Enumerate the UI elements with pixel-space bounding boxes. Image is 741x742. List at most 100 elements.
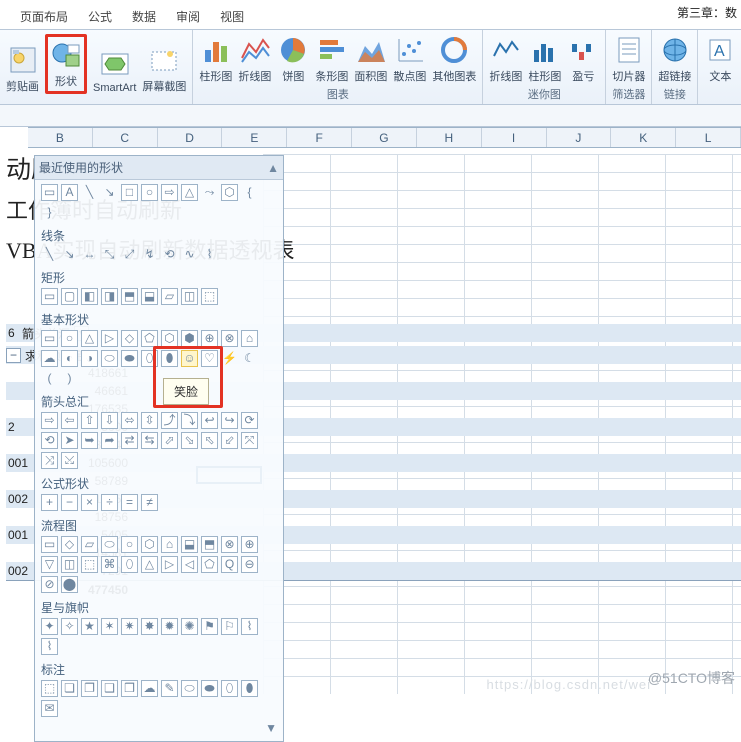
s1-icon[interactable]: ✦: [41, 618, 58, 635]
a8-icon[interactable]: ⤵: [181, 412, 198, 429]
a1-icon[interactable]: ⇨: [41, 412, 58, 429]
a10-icon[interactable]: ↪: [221, 412, 238, 429]
c1-icon[interactable]: ⬚: [41, 680, 58, 697]
b4-icon[interactable]: ▷: [101, 330, 118, 347]
col-b[interactable]: B: [28, 128, 93, 147]
r3-icon[interactable]: ◧: [81, 288, 98, 305]
f16-icon[interactable]: ⬯: [121, 556, 138, 573]
line5-icon[interactable]: ⤢: [121, 246, 138, 263]
c2-icon[interactable]: ❏: [61, 680, 78, 697]
b14-icon[interactable]: ◑: [81, 350, 98, 367]
s4-icon[interactable]: ✶: [101, 618, 118, 635]
b8-icon[interactable]: ⬢: [181, 330, 198, 347]
f4-icon[interactable]: ⬭: [101, 536, 118, 553]
a18-icon[interactable]: ⬀: [161, 432, 178, 449]
f20-icon[interactable]: ⬠: [201, 556, 218, 573]
b2-icon[interactable]: ○: [61, 330, 78, 347]
f10-icon[interactable]: ⊗: [221, 536, 238, 553]
line1-icon[interactable]: ╲: [41, 246, 58, 263]
b16-icon[interactable]: ⬬: [121, 350, 138, 367]
c7-icon[interactable]: ✎: [161, 680, 178, 697]
c8-icon[interactable]: ⬭: [181, 680, 198, 697]
btn-pie-chart[interactable]: 饼图: [277, 34, 309, 84]
f23-icon[interactable]: ⊘: [41, 576, 58, 593]
col-l[interactable]: L: [676, 128, 741, 147]
f2-icon[interactable]: ◇: [61, 536, 78, 553]
e2-icon[interactable]: −: [61, 494, 78, 511]
tab-pagelayout[interactable]: 页面布局: [12, 4, 76, 29]
tab-data[interactable]: 数据: [124, 4, 164, 29]
btn-area-chart[interactable]: 面积图: [354, 34, 387, 84]
f14-icon[interactable]: ⬚: [81, 556, 98, 573]
a6-icon[interactable]: ⇳: [141, 412, 158, 429]
tab-review[interactable]: 审阅: [168, 4, 208, 29]
b22-icon[interactable]: ☾: [241, 350, 258, 367]
col-e[interactable]: E: [222, 128, 287, 147]
f6-icon[interactable]: ⬡: [141, 536, 158, 553]
b9-icon[interactable]: ⊕: [201, 330, 218, 347]
scroll-down-icon[interactable]: ▼: [41, 721, 277, 735]
shapes-gallery[interactable]: 最近使用的形状 ▲ ▭ A ╲ ↘ □ ○ ⇨ △ ⤳ ⬡ { } 线条 ╲↘↔…: [34, 155, 284, 742]
a13-icon[interactable]: ➤: [61, 432, 78, 449]
c6-icon[interactable]: ☁: [141, 680, 158, 697]
a16-icon[interactable]: ⇄: [121, 432, 138, 449]
r7-icon[interactable]: ▱: [161, 288, 178, 305]
line2-icon[interactable]: ↘: [61, 246, 78, 263]
f8-icon[interactable]: ⬓: [181, 536, 198, 553]
shape-rect-icon[interactable]: ▭: [41, 184, 58, 201]
btn-smartart[interactable]: SmartArt: [93, 48, 136, 94]
c5-icon[interactable]: ❒: [121, 680, 138, 697]
b5-icon[interactable]: ◇: [121, 330, 138, 347]
col-c[interactable]: C: [93, 128, 158, 147]
f24-icon[interactable]: ⬤: [61, 576, 78, 593]
a20-icon[interactable]: ⬁: [201, 432, 218, 449]
shape-line-icon[interactable]: ╲: [81, 184, 98, 201]
col-d[interactable]: D: [158, 128, 223, 147]
f18-icon[interactable]: ▷: [161, 556, 178, 573]
f1-icon[interactable]: ▭: [41, 536, 58, 553]
line4-icon[interactable]: ⤡: [101, 246, 118, 263]
a9-icon[interactable]: ↩: [201, 412, 218, 429]
e3-icon[interactable]: ×: [81, 494, 98, 511]
s6-icon[interactable]: ✸: [141, 618, 158, 635]
col-h[interactable]: H: [417, 128, 482, 147]
col-i[interactable]: I: [482, 128, 547, 147]
r6-icon[interactable]: ⬓: [141, 288, 158, 305]
a24-icon[interactable]: ⤩: [61, 452, 78, 469]
grid[interactable]: 动刷新1 工作簿时自动刷新 VBA实现自动刷新数据透视表 6 箭头总汇 ▾ − …: [0, 154, 741, 694]
shape-rect2-icon[interactable]: □: [121, 184, 138, 201]
a21-icon[interactable]: ⬃: [221, 432, 238, 449]
btn-bar-chart[interactable]: 条形图: [315, 34, 348, 84]
b11-icon[interactable]: ⌂: [241, 330, 258, 347]
f17-icon[interactable]: △: [141, 556, 158, 573]
btn-shapes[interactable]: 形状: [45, 34, 87, 94]
c9-icon[interactable]: ⬬: [201, 680, 218, 697]
r9-icon[interactable]: ⬚: [201, 288, 218, 305]
btn-other-charts[interactable]: 其他图表: [432, 34, 476, 84]
tab-formulas[interactable]: 公式: [80, 4, 120, 29]
btn-spark-line[interactable]: 折线图: [489, 34, 522, 84]
scroll-up-icon[interactable]: ▲: [267, 161, 279, 175]
btn-spark-column[interactable]: 柱形图: [528, 34, 561, 84]
col-j[interactable]: J: [547, 128, 612, 147]
b21-icon[interactable]: ⚡: [221, 350, 238, 367]
a11-icon[interactable]: ⟳: [241, 412, 258, 429]
c12-icon[interactable]: ✉: [41, 700, 58, 717]
s8-icon[interactable]: ✺: [181, 618, 198, 635]
f11-icon[interactable]: ⊕: [241, 536, 258, 553]
r1-icon[interactable]: ▭: [41, 288, 58, 305]
a19-icon[interactable]: ⬂: [181, 432, 198, 449]
col-f[interactable]: F: [287, 128, 352, 147]
r5-icon[interactable]: ⬒: [121, 288, 138, 305]
a2-icon[interactable]: ⇦: [61, 412, 78, 429]
f19-icon[interactable]: ◁: [181, 556, 198, 573]
s10-icon[interactable]: ⚐: [221, 618, 238, 635]
collapse-icon[interactable]: −: [6, 348, 21, 363]
a23-icon[interactable]: ⤨: [41, 452, 58, 469]
b7-icon[interactable]: ⬡: [161, 330, 178, 347]
f15-icon[interactable]: ⌘: [101, 556, 118, 573]
a17-icon[interactable]: ⇆: [141, 432, 158, 449]
f13-icon[interactable]: ◫: [61, 556, 78, 573]
shape-brace-icon[interactable]: ⇨: [161, 184, 178, 201]
e5-icon[interactable]: =: [121, 494, 138, 511]
